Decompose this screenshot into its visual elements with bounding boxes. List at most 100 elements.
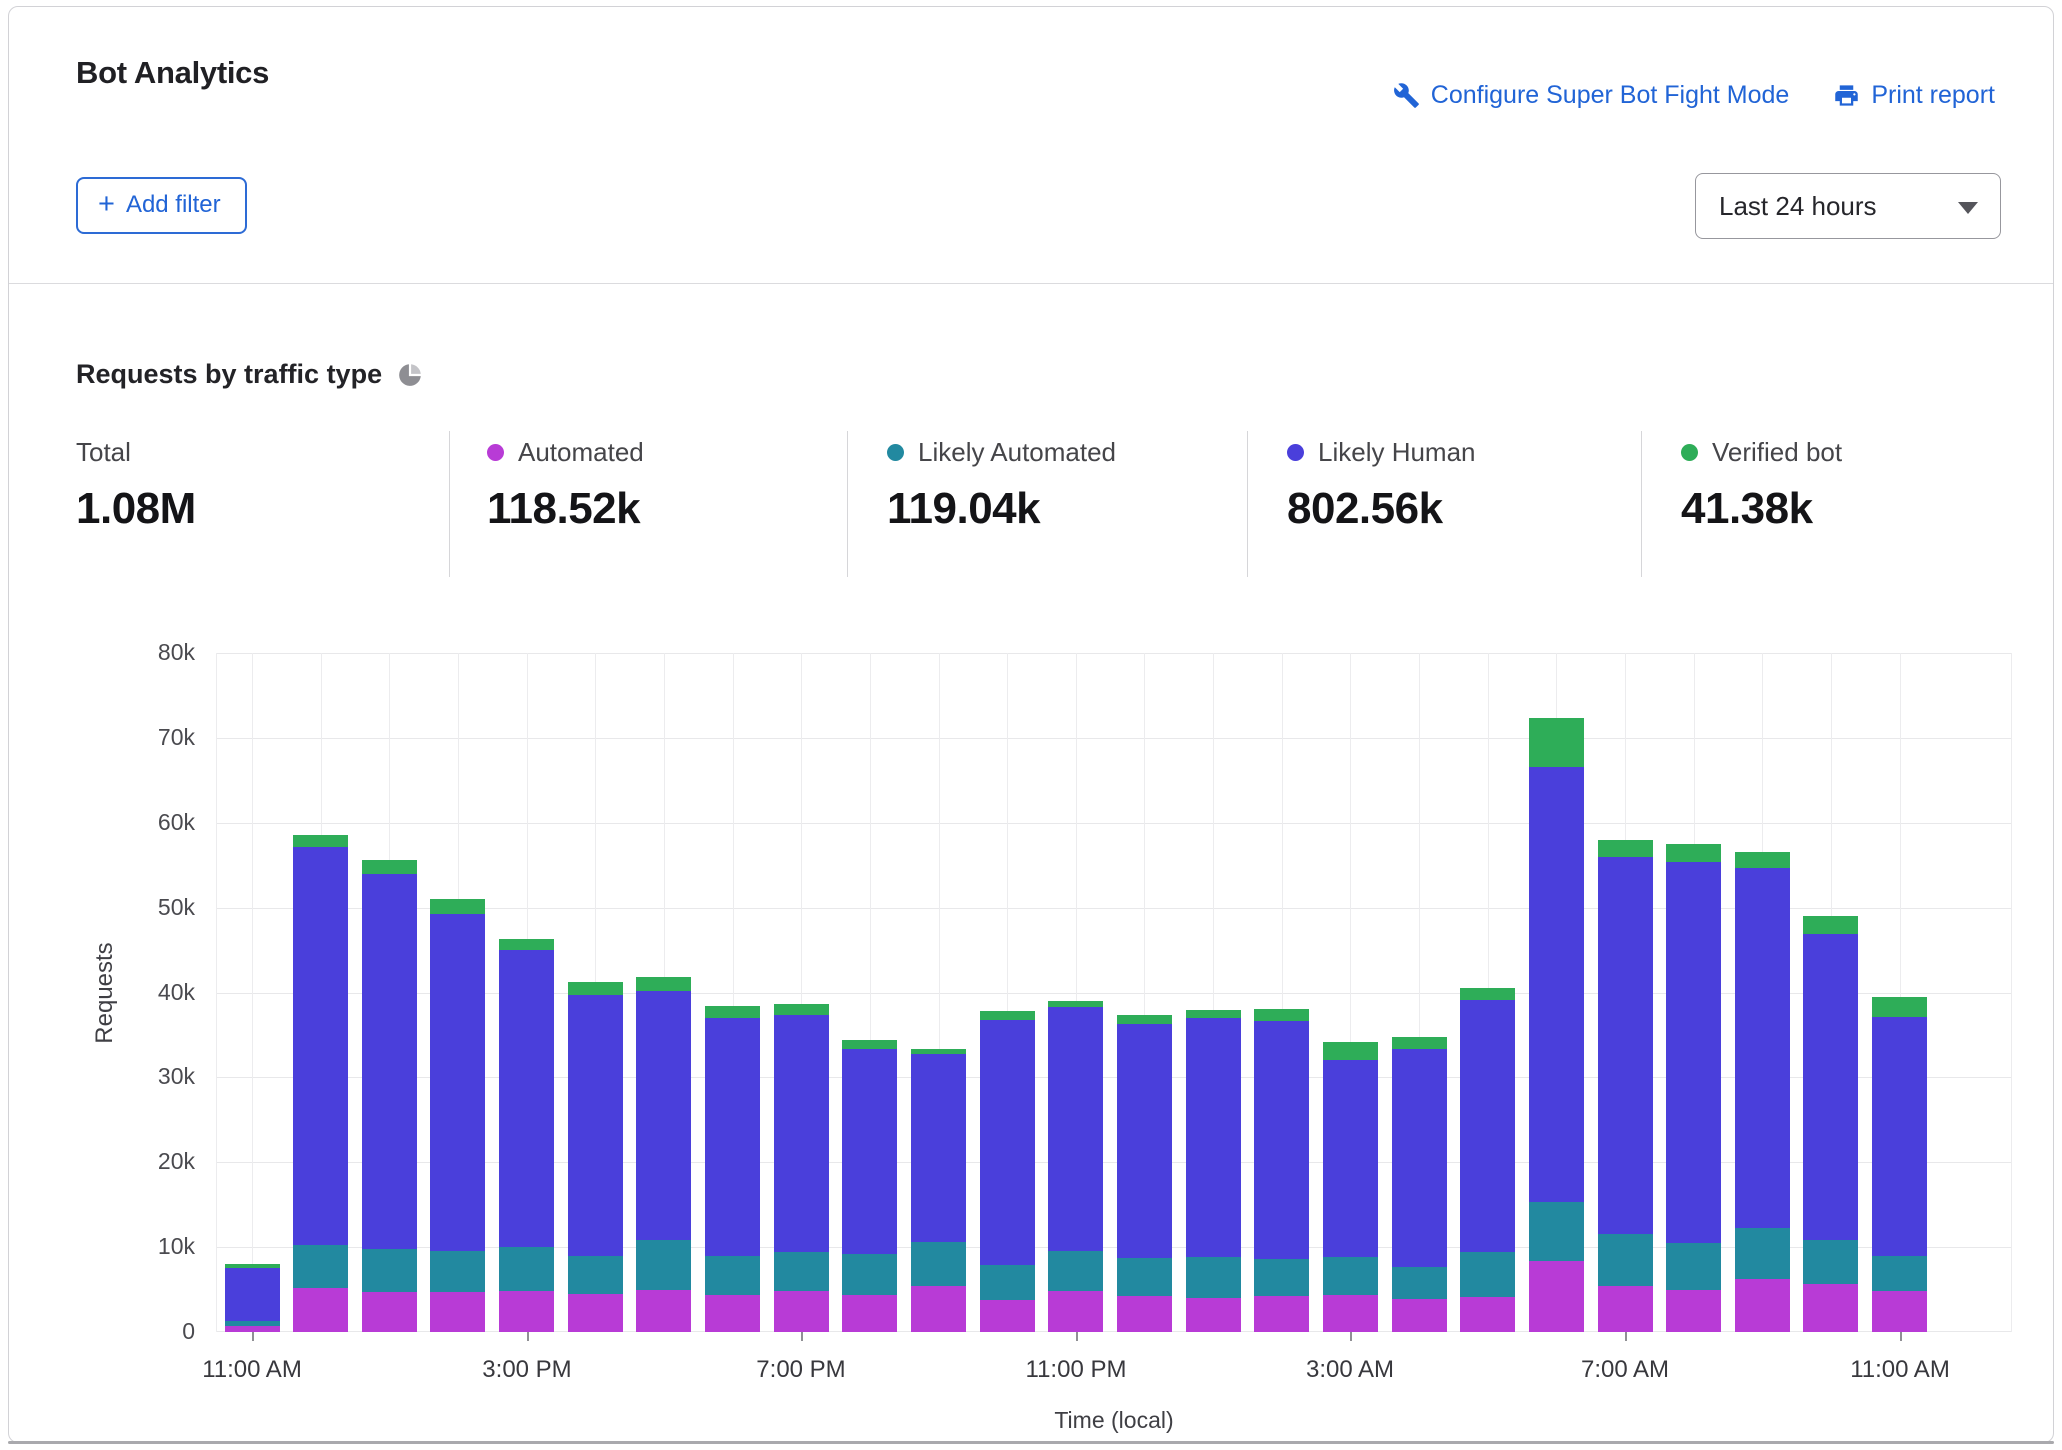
bar-segment-likely-human[interactable]	[1323, 1060, 1378, 1257]
bar-segment-automated[interactable]	[1529, 1261, 1584, 1332]
bar-segment-likely-automated[interactable]	[1735, 1228, 1790, 1280]
bar-segment-likely-human[interactable]	[1803, 934, 1858, 1240]
bar-segment-automated[interactable]	[1872, 1291, 1927, 1332]
bar-segment-likely-human[interactable]	[1460, 1000, 1515, 1252]
bar-hour-10[interactable]	[911, 653, 966, 1332]
bar-hour-1[interactable]	[293, 653, 348, 1332]
bar-hour-11[interactable]	[980, 653, 1035, 1332]
bar-segment-likely-automated[interactable]	[1254, 1259, 1309, 1295]
bar-segment-automated[interactable]	[636, 1290, 691, 1332]
bar-segment-verified-bot[interactable]	[1803, 916, 1858, 934]
bar-segment-likely-automated[interactable]	[842, 1254, 897, 1295]
bar-segment-automated[interactable]	[705, 1295, 760, 1332]
bar-segment-verified-bot[interactable]	[1186, 1010, 1241, 1018]
bar-segment-automated[interactable]	[1048, 1291, 1103, 1332]
bar-segment-automated[interactable]	[1323, 1295, 1378, 1332]
bar-segment-likely-human[interactable]	[636, 991, 691, 1240]
bar-segment-likely-human[interactable]	[1117, 1024, 1172, 1258]
time-range-select[interactable]: Last 24 hours	[1695, 173, 2001, 239]
print-report-link[interactable]: Print report	[1833, 81, 1995, 110]
bar-hour-7[interactable]	[705, 653, 760, 1332]
bar-segment-automated[interactable]	[1735, 1279, 1790, 1332]
bar-segment-likely-automated[interactable]	[1117, 1258, 1172, 1296]
bar-hour-0[interactable]	[225, 653, 280, 1332]
bar-segment-verified-bot[interactable]	[430, 899, 485, 913]
bar-segment-automated[interactable]	[1666, 1290, 1721, 1332]
bar-hour-24[interactable]	[1872, 653, 1927, 1332]
bar-segment-verified-bot[interactable]	[1392, 1037, 1447, 1049]
bar-segment-likely-human[interactable]	[1872, 1017, 1927, 1256]
bar-hour-23[interactable]	[1803, 653, 1858, 1332]
bar-segment-automated[interactable]	[430, 1292, 485, 1332]
bar-segment-likely-automated[interactable]	[1323, 1257, 1378, 1294]
bar-segment-likely-human[interactable]	[1598, 857, 1653, 1235]
bar-segment-likely-human[interactable]	[499, 950, 554, 1247]
bar-hour-20[interactable]	[1598, 653, 1653, 1332]
bar-segment-likely-automated[interactable]	[430, 1251, 485, 1292]
bar-segment-verified-bot[interactable]	[705, 1006, 760, 1018]
kpi-automated[interactable]: Automated118.52k	[487, 437, 644, 534]
bar-hour-4[interactable]	[499, 653, 554, 1332]
bar-segment-likely-automated[interactable]	[1666, 1243, 1721, 1290]
bar-segment-automated[interactable]	[1186, 1298, 1241, 1332]
bar-segment-automated[interactable]	[1598, 1286, 1653, 1332]
bar-segment-automated[interactable]	[842, 1295, 897, 1332]
bar-segment-likely-human[interactable]	[705, 1018, 760, 1256]
bar-segment-likely-automated[interactable]	[1048, 1251, 1103, 1292]
bar-segment-automated[interactable]	[293, 1288, 348, 1332]
bar-segment-likely-automated[interactable]	[293, 1245, 348, 1288]
bar-segment-verified-bot[interactable]	[1048, 1001, 1103, 1007]
bar-segment-verified-bot[interactable]	[1254, 1009, 1309, 1020]
bar-segment-automated[interactable]	[1254, 1296, 1309, 1332]
bar-segment-verified-bot[interactable]	[225, 1264, 280, 1268]
bar-hour-22[interactable]	[1735, 653, 1790, 1332]
bar-hour-5[interactable]	[568, 653, 623, 1332]
bar-segment-automated[interactable]	[774, 1291, 829, 1332]
bar-segment-likely-automated[interactable]	[1529, 1202, 1584, 1261]
bar-segment-verified-bot[interactable]	[911, 1049, 966, 1055]
bar-segment-likely-human[interactable]	[1186, 1018, 1241, 1257]
bar-segment-verified-bot[interactable]	[636, 977, 691, 991]
bar-hour-17[interactable]	[1392, 653, 1447, 1332]
bar-segment-likely-automated[interactable]	[1872, 1256, 1927, 1291]
bar-segment-likely-automated[interactable]	[1460, 1252, 1515, 1297]
bar-segment-automated[interactable]	[911, 1286, 966, 1332]
bar-segment-verified-bot[interactable]	[1117, 1015, 1172, 1023]
bar-hour-8[interactable]	[774, 653, 829, 1332]
bar-segment-verified-bot[interactable]	[293, 835, 348, 847]
bar-segment-verified-bot[interactable]	[774, 1004, 829, 1015]
bar-segment-likely-human[interactable]	[1254, 1021, 1309, 1259]
kpi-total[interactable]: Total1.08M	[76, 437, 196, 534]
bar-segment-likely-human[interactable]	[980, 1020, 1035, 1265]
bar-hour-12[interactable]	[1048, 653, 1103, 1332]
bar-segment-likely-automated[interactable]	[499, 1247, 554, 1291]
bar-segment-likely-automated[interactable]	[568, 1256, 623, 1294]
bar-hour-6[interactable]	[636, 653, 691, 1332]
bar-segment-likely-automated[interactable]	[636, 1240, 691, 1291]
bar-segment-verified-bot[interactable]	[1529, 718, 1584, 767]
bar-segment-automated[interactable]	[362, 1292, 417, 1332]
kpi-likely-automated[interactable]: Likely Automated119.04k	[887, 437, 1116, 534]
bar-hour-18[interactable]	[1460, 653, 1515, 1332]
bar-segment-likely-automated[interactable]	[225, 1321, 280, 1326]
configure-super-bot-fight-mode-link[interactable]: Configure Super Bot Fight Mode	[1393, 81, 1790, 110]
bar-segment-likely-automated[interactable]	[1803, 1240, 1858, 1283]
bar-segment-likely-human[interactable]	[1048, 1007, 1103, 1251]
bar-segment-verified-bot[interactable]	[1460, 988, 1515, 1000]
bar-segment-verified-bot[interactable]	[1598, 840, 1653, 857]
bar-hour-13[interactable]	[1117, 653, 1172, 1332]
bar-segment-likely-human[interactable]	[1392, 1049, 1447, 1267]
kpi-likely-human[interactable]: Likely Human802.56k	[1287, 437, 1476, 534]
add-filter-button[interactable]: + Add filter	[76, 177, 247, 234]
bar-segment-verified-bot[interactable]	[1666, 844, 1721, 862]
bar-segment-likely-automated[interactable]	[980, 1265, 1035, 1300]
bar-segment-automated[interactable]	[499, 1291, 554, 1332]
bar-hour-9[interactable]	[842, 653, 897, 1332]
bar-segment-likely-automated[interactable]	[705, 1256, 760, 1294]
bar-segment-likely-human[interactable]	[430, 914, 485, 1252]
bar-segment-automated[interactable]	[1117, 1296, 1172, 1332]
bar-segment-likely-automated[interactable]	[774, 1252, 829, 1291]
bar-segment-likely-human[interactable]	[568, 995, 623, 1256]
bar-segment-likely-human[interactable]	[842, 1049, 897, 1254]
bar-segment-automated[interactable]	[1392, 1299, 1447, 1332]
